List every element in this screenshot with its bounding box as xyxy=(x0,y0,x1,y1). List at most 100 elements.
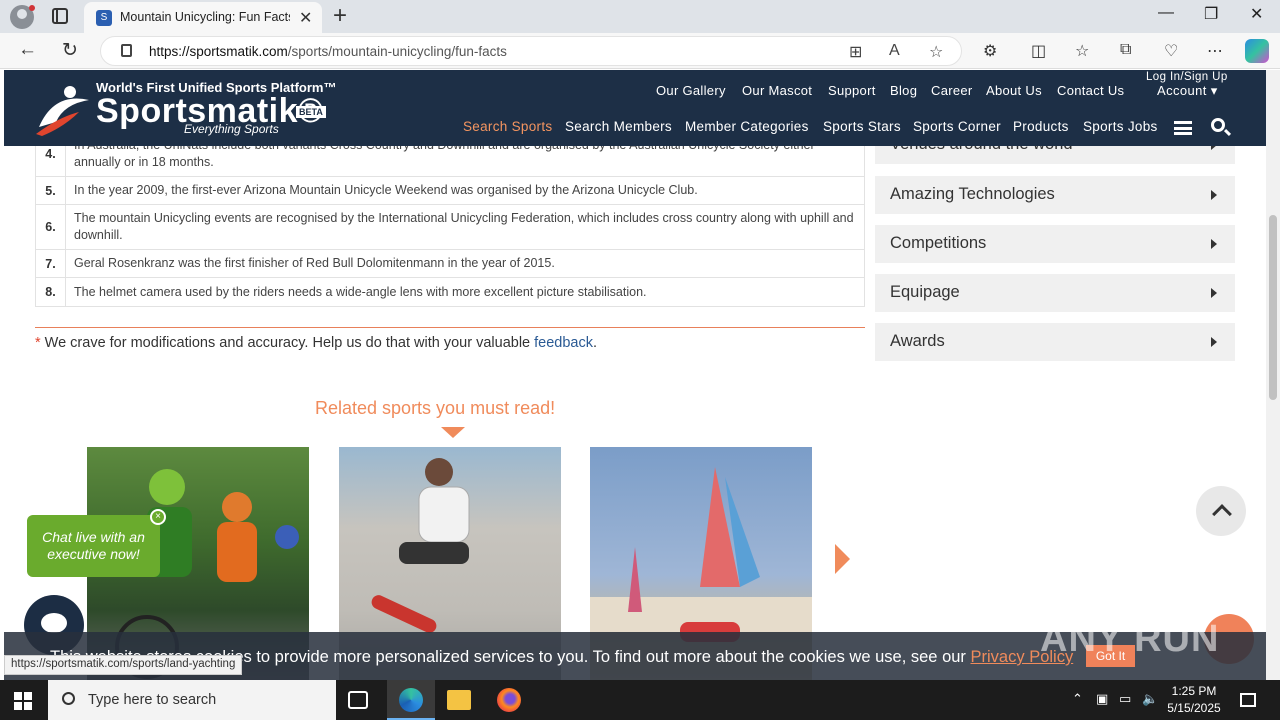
collections-icon[interactable]: ⧉ xyxy=(1120,41,1131,59)
related-sports-heading: Related sports you must read! xyxy=(315,398,556,418)
site-favicon-icon: S xyxy=(96,10,112,26)
nav-support[interactable]: Support xyxy=(828,83,876,98)
sportsmatik-logo-icon[interactable] xyxy=(34,82,94,137)
nav-search-sports[interactable]: Search Sports xyxy=(463,119,552,134)
back-icon[interactable]: ← xyxy=(18,39,37,61)
carousel-next-icon[interactable] xyxy=(835,544,850,574)
more-menu-icon[interactable]: ⋯ xyxy=(1207,41,1223,61)
table-row: 8. The helmet camera used by the riders … xyxy=(36,278,864,306)
nav-sports-jobs[interactable]: Sports Jobs xyxy=(1083,119,1158,134)
beta-badge: BETA xyxy=(296,106,326,118)
search-icon[interactable] xyxy=(1211,118,1225,132)
read-aloud-icon[interactable]: A xyxy=(889,42,900,60)
browser-toolbar: ← ↻ https://sportsmatik.com/sports/mount… xyxy=(0,33,1280,69)
login-signup-link[interactable]: Log In/Sign Up xyxy=(1146,71,1228,83)
url-host: https://sportsmatik.com xyxy=(149,44,288,59)
split-screen-icon[interactable]: ◫ xyxy=(1031,41,1046,61)
file-explorer-icon[interactable] xyxy=(447,690,471,710)
network-icon[interactable]: ▭ xyxy=(1119,691,1131,707)
feedback-note: * We crave for modifications and accuracy… xyxy=(35,335,597,351)
hamburger-menu-icon[interactable] xyxy=(1174,121,1192,135)
url-text[interactable]: https://sportsmatik.com/sports/mountain-… xyxy=(149,44,507,59)
taskbar-search-placeholder: Type here to search xyxy=(88,692,217,708)
nav-products[interactable]: Products xyxy=(1013,119,1069,134)
page-scrollbar[interactable] xyxy=(1266,70,1280,680)
nav-our-mascot[interactable]: Our Mascot xyxy=(742,83,812,98)
app-available-icon[interactable]: ⊞ xyxy=(849,42,862,62)
nav-contact-us[interactable]: Contact Us xyxy=(1057,83,1124,98)
chat-close-icon[interactable]: × xyxy=(150,509,166,525)
nav-about-us[interactable]: About Us xyxy=(986,83,1042,98)
new-tab-icon[interactable]: + xyxy=(333,2,347,30)
feedback-end: . xyxy=(593,335,598,351)
chat-invite-bubble[interactable]: Chat live with an executive now! × xyxy=(27,509,166,577)
sidebar-item-competitions[interactable]: Competitions xyxy=(875,225,1235,263)
table-row: 7. Geral Rosenkranz was the first finish… xyxy=(36,250,864,278)
web-page: 4. In Australia, the UniNats include bot… xyxy=(0,70,1266,680)
window-close-icon[interactable]: ✕ xyxy=(1250,4,1263,24)
copilot-icon[interactable] xyxy=(1245,39,1269,63)
tray-overflow-icon[interactable]: ⌃ xyxy=(1072,691,1083,707)
firefox-icon[interactable] xyxy=(497,688,521,712)
fact-text: In the year 2009, the first-ever Arizona… xyxy=(74,183,698,197)
feedback-link[interactable]: feedback xyxy=(534,335,593,351)
chat-invite-text: Chat live with an executive now! xyxy=(42,529,145,562)
favorite-star-icon[interactable]: ☆ xyxy=(929,42,943,62)
browser-essentials-icon[interactable]: ♡ xyxy=(1164,41,1178,61)
nav-sports-stars[interactable]: Sports Stars xyxy=(823,119,901,134)
notifications-icon[interactable] xyxy=(1240,693,1256,707)
task-view-icon[interactable] xyxy=(348,691,368,709)
sidebar-item-amazing-technologies[interactable]: Amazing Technologies xyxy=(875,176,1235,214)
table-row: 6. The mountain Unicycling events are re… xyxy=(36,205,864,250)
clock-date: 5/15/2025 xyxy=(1167,701,1221,715)
taskbar-search-input[interactable]: Type here to search xyxy=(48,680,336,720)
feedback-text: We crave for modifications and accuracy.… xyxy=(44,335,531,351)
caret-right-icon xyxy=(1211,288,1217,298)
fact-number: 6. xyxy=(36,205,66,249)
lock-icon[interactable] xyxy=(121,44,132,57)
notification-dot-icon xyxy=(29,5,35,11)
nav-our-gallery[interactable]: Our Gallery xyxy=(656,83,726,98)
tab-actions-icon[interactable] xyxy=(52,8,68,24)
nav-search-members[interactable]: Search Members xyxy=(565,119,672,134)
scrollbar-thumb[interactable] xyxy=(1269,215,1277,400)
extensions-icon[interactable]: ⚙ xyxy=(983,41,997,61)
search-icon xyxy=(62,692,75,705)
taskbar-clock[interactable]: 1:25 PM 5/15/2025 xyxy=(1163,683,1225,717)
scroll-to-top-button[interactable] xyxy=(1196,486,1246,536)
section-divider xyxy=(35,327,865,328)
sidebar-item-label: Awards xyxy=(890,332,945,350)
nav-member-categories[interactable]: Member Categories xyxy=(685,119,809,134)
windows-taskbar: Type here to search ⌃ ▣ ▭ 🔈 1:25 PM 5/15… xyxy=(0,680,1280,720)
fact-text: Geral Rosenkranz was the first finisher … xyxy=(74,256,555,270)
favorites-icon[interactable]: ☆ xyxy=(1075,41,1089,61)
restore-icon[interactable]: ❐ xyxy=(1204,4,1218,24)
sidebar-item-label: Amazing Technologies xyxy=(890,185,1055,203)
minimize-icon[interactable]: — xyxy=(1158,4,1174,22)
fun-facts-table: 4. In Australia, the UniNats include bot… xyxy=(35,130,865,307)
tray-device-icon[interactable]: ▣ xyxy=(1096,691,1108,707)
tab-close-icon[interactable]: ✕ xyxy=(299,8,312,28)
address-bar[interactable]: https://sportsmatik.com/sports/mountain-… xyxy=(100,36,962,66)
fact-number: 7. xyxy=(36,250,66,277)
table-row: 5. In the year 2009, the first-ever Ariz… xyxy=(36,177,864,205)
clock-time: 1:25 PM xyxy=(1171,684,1217,698)
windows-start-icon[interactable] xyxy=(14,692,32,710)
account-menu[interactable]: Account ▾ xyxy=(1157,83,1218,99)
caret-down-icon xyxy=(441,427,465,438)
site-header: World's First Unified Sports Platform™ S… xyxy=(4,70,1266,146)
refresh-icon[interactable]: ↻ xyxy=(62,39,78,62)
nav-career[interactable]: Career xyxy=(931,83,973,98)
edge-icon[interactable] xyxy=(399,688,423,712)
browser-tab-active[interactable]: S Mountain Unicycling: Fun Facts, ✕ xyxy=(84,2,322,33)
nav-sports-corner[interactable]: Sports Corner xyxy=(913,119,1001,134)
url-path: /sports/mountain-unicycling/fun-facts xyxy=(287,44,507,59)
sidebar-item-equipage[interactable]: Equipage xyxy=(875,274,1235,312)
browser-tab-bar: S Mountain Unicycling: Fun Facts, ✕ + — … xyxy=(0,0,1280,33)
sidebar-item-awards[interactable]: Awards xyxy=(875,323,1235,361)
fact-number: 8. xyxy=(36,278,66,306)
volume-icon[interactable]: 🔈 xyxy=(1142,691,1158,707)
caret-right-icon xyxy=(1211,337,1217,347)
nav-blog[interactable]: Blog xyxy=(890,83,917,98)
sidebar-item-label: Equipage xyxy=(890,283,960,301)
